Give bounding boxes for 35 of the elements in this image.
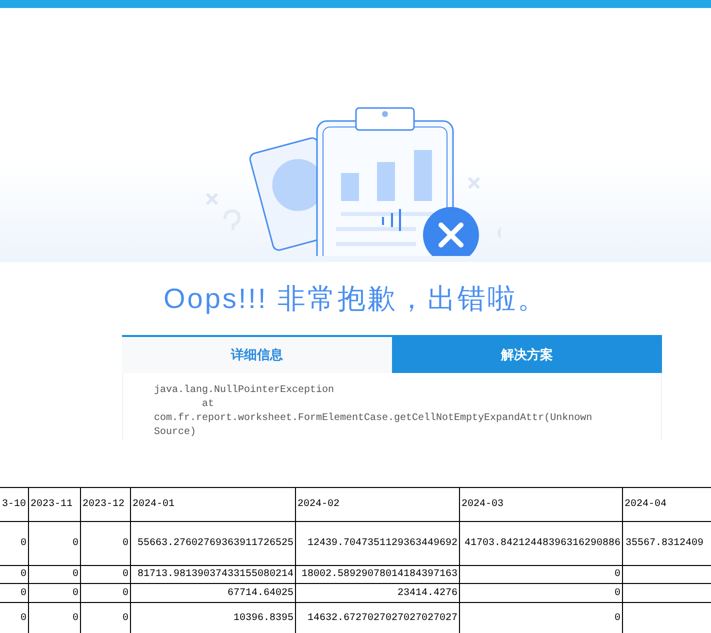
table-cell: 0 [614, 588, 620, 598]
table-cell: 0 [614, 612, 620, 624]
error-details: java.lang.NullPointerException at com.fr.report.worksheet.FormElementCase.getCellNotEmptyExpandAttr(Unknown Source) [122, 373, 662, 440]
table-cell: 0 [614, 569, 620, 580]
table-cell: 0 [72, 538, 78, 549]
column-header: 2023-12 [80, 488, 130, 522]
table-cell: 0 [122, 612, 128, 624]
column-header: 2023-11 [28, 488, 80, 522]
table-cell: 81713.98139037433155080214 [137, 569, 294, 580]
table-cell: 0 [72, 588, 78, 598]
table-cell: 14632.6727027027027027027 [307, 612, 458, 624]
table-cell: 0 [72, 612, 78, 624]
table-cell: 67714.64025 [227, 588, 294, 598]
table-cell: 18002.58929078014184397163 [301, 569, 458, 580]
table-cell: 0 [20, 538, 26, 549]
error-title: Oops!!! 非常抱歉，出错啦。 [163, 282, 548, 316]
column-header: 3-10 [0, 488, 28, 522]
table-cell: 0 [122, 538, 128, 549]
table-cell: 35567.8312409 [626, 538, 704, 549]
table-cell: 0 [72, 569, 78, 580]
table-cell: 0 [122, 588, 128, 598]
column-header: 2024-03 [459, 488, 622, 522]
table-cell: 23414.4276 [397, 588, 458, 598]
table-cell: 0 [122, 569, 128, 580]
table-cell: 41703.84212448396316290886 [464, 538, 620, 549]
table-cell: 0 [20, 588, 26, 598]
tab[interactable]: 详细信息 [122, 337, 392, 373]
table-cell: 10396.8395 [233, 612, 294, 624]
column-header: 2024-01 [130, 488, 295, 522]
table-cell: 12439.7047351129363449692 [307, 538, 458, 549]
table-cell: 55663.27602769363911726525 [137, 538, 294, 549]
column-header: 2024-02 [295, 488, 459, 522]
table-cell: 0 [20, 569, 26, 580]
table-cell: 0 [20, 612, 26, 624]
tab[interactable]: 解决方案 [392, 337, 662, 373]
